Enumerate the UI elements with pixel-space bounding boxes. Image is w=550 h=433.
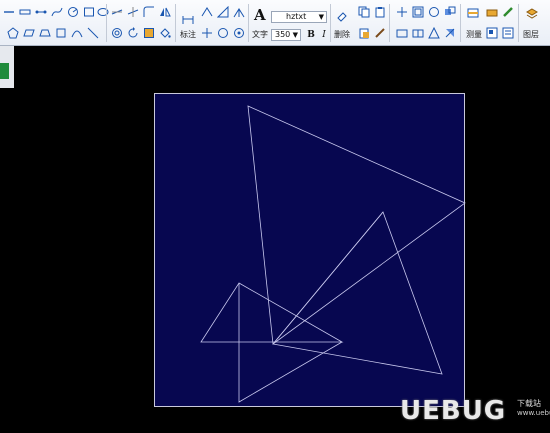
connecting-line[interactable] [238, 283, 343, 403]
measure-distance-icon[interactable] [485, 5, 499, 19]
italic-button[interactable]: I [317, 28, 331, 42]
right-triangle[interactable] [272, 211, 443, 375]
font-size-select[interactable]: 350 ▼ [271, 29, 301, 41]
measure-area-icon[interactable] [465, 5, 481, 21]
text-style-icon[interactable]: A [254, 6, 266, 24]
angle-dimension-icon[interactable] [200, 5, 214, 19]
break-icon[interactable] [411, 26, 425, 40]
diagonal-segment[interactable] [272, 211, 384, 345]
stretch-icon[interactable] [395, 26, 409, 40]
model-tab-indicator[interactable] [0, 63, 9, 79]
explode-icon[interactable] [443, 26, 457, 40]
spline-icon[interactable] [50, 5, 64, 19]
separator [330, 4, 331, 42]
polyline-icon[interactable] [18, 5, 32, 19]
font-size-value: 350 [275, 30, 291, 39]
fill-bucket-icon[interactable] [158, 26, 172, 40]
mirror-icon[interactable] [158, 5, 172, 19]
separator [460, 4, 461, 42]
font-name-value: hztxt [286, 12, 307, 21]
font-name-select[interactable]: hztxt ▼ [271, 11, 327, 23]
arc-icon[interactable] [70, 26, 84, 40]
fillet-icon[interactable] [142, 5, 156, 19]
extend-icon[interactable] [126, 5, 140, 19]
separator [175, 4, 176, 42]
edit-tools-group [110, 3, 174, 43]
trim-icon[interactable] [110, 5, 124, 19]
diameter-dimension-icon[interactable] [216, 26, 230, 40]
drawing-canvas[interactable] [154, 93, 466, 407]
polygon-icon[interactable] [6, 26, 20, 40]
text-label[interactable]: 文字 [252, 29, 268, 40]
clipboard-group: 删除 [333, 3, 389, 43]
brush-icon[interactable] [373, 26, 387, 40]
offset-icon[interactable] [110, 26, 124, 40]
separator [518, 4, 519, 42]
separator [248, 4, 249, 42]
measure-group: 测量 [463, 3, 518, 43]
ellipse-icon[interactable] [96, 5, 110, 19]
dimension-icon[interactable] [180, 11, 196, 27]
chevron-down-icon: ▼ [318, 13, 324, 21]
annotate-group: 标注 [178, 3, 248, 43]
layers-icon[interactable] [524, 6, 540, 22]
baseline-dimension-icon[interactable] [232, 5, 246, 19]
measure-label[interactable]: 测量 [466, 29, 482, 40]
square-icon[interactable] [54, 26, 68, 40]
paste-special-icon[interactable] [357, 26, 371, 40]
scale-icon[interactable] [411, 5, 425, 19]
chevron-down-icon: ▼ [292, 31, 298, 39]
dimension-line-icon[interactable] [34, 5, 48, 19]
hatch-icon[interactable] [142, 26, 156, 40]
separator [106, 4, 107, 42]
transform-group [393, 3, 459, 43]
delete-label[interactable]: 删除 [334, 29, 350, 40]
circle-center-icon[interactable] [66, 5, 80, 19]
triangle-icon[interactable] [427, 26, 441, 40]
layer-group: 图层 [521, 3, 550, 43]
separator [389, 4, 390, 42]
bold-button[interactable]: B [304, 28, 318, 42]
ribbon-toolbar: 标注 A 文字 hztxt ▼ 350 ▼ B I 删除 测量 图层 [0, 0, 550, 46]
trapezoid-icon[interactable] [38, 26, 52, 40]
pen-icon[interactable] [501, 5, 515, 19]
layer-label[interactable]: 图层 [523, 29, 539, 40]
copy-icon[interactable] [357, 5, 371, 19]
draw-tools-group [2, 3, 110, 43]
radius-dimension-icon[interactable] [200, 26, 214, 40]
rectangle-icon[interactable] [82, 5, 96, 19]
large-triangle[interactable] [247, 105, 466, 345]
parallelogram-icon[interactable] [22, 26, 36, 40]
diagonal-line-icon[interactable] [86, 26, 100, 40]
arc-dimension-icon[interactable] [232, 26, 246, 40]
paste-icon[interactable] [373, 5, 387, 19]
watermark-url: www.uebug.com [517, 409, 550, 417]
move-icon[interactable] [395, 5, 409, 19]
text-group: A 文字 hztxt ▼ 350 ▼ B I [251, 3, 329, 43]
line-icon[interactable] [2, 5, 16, 19]
list-icon[interactable] [501, 26, 515, 40]
rotate-icon[interactable] [126, 26, 140, 40]
watermark: UEBUG 下载站 www.uebug.com [400, 394, 550, 430]
cad-drawing [200, 105, 466, 403]
eraser-icon[interactable] [335, 9, 349, 23]
array-icon[interactable] [443, 5, 457, 19]
rotate-copy-icon[interactable] [427, 5, 441, 19]
annotate-label[interactable]: 标注 [180, 29, 196, 40]
watermark-logo: UEBUG [400, 396, 507, 426]
watermark-subtitle: 下载站 [517, 399, 541, 408]
properties-icon[interactable] [485, 26, 499, 40]
aligned-dimension-icon[interactable] [216, 5, 230, 19]
